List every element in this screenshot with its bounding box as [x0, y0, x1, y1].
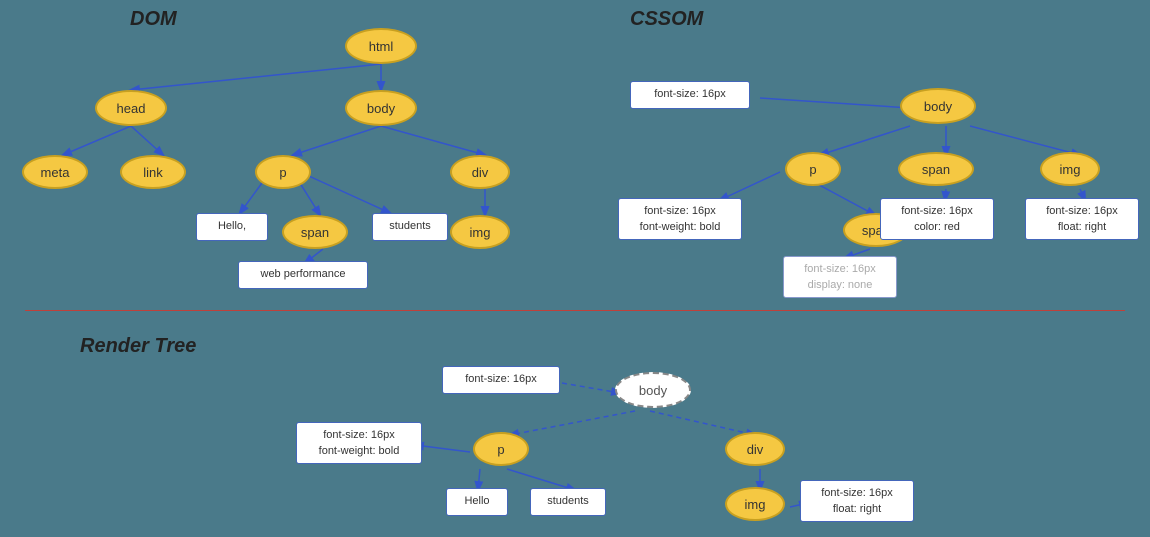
dom-html-node: html [345, 28, 417, 64]
render-students-box: students [530, 488, 606, 516]
dom-students-box: students [372, 213, 448, 241]
dom-img-node: img [450, 215, 510, 249]
cssom-span-styles-box: font-size: 16pxcolor: red [880, 198, 994, 240]
cssom-img-node: img [1040, 152, 1100, 186]
cssom-fontsize-box: font-size: 16px [630, 81, 750, 109]
dom-meta-node: meta [22, 155, 88, 189]
dom-hello-box: Hello, [196, 213, 268, 241]
render-fontsize-box: font-size: 16px [442, 366, 560, 394]
render-img-styles-box: font-size: 16pxfloat: right [800, 480, 914, 522]
render-body-node: body [615, 372, 691, 408]
dom-title: DOM [130, 8, 177, 31]
cssom-p-styles-box: font-size: 16pxfont-weight: bold [618, 198, 742, 240]
cssom-body-node: body [900, 88, 976, 124]
cssom-title: CSSOM [630, 8, 703, 31]
dom-head-node: head [95, 90, 167, 126]
render-div-node: div [725, 432, 785, 466]
cssom-img-styles-box: font-size: 16pxfloat: right [1025, 198, 1139, 240]
cssom-p-node: p [785, 152, 841, 186]
render-p-styles-box: font-size: 16pxfont-weight: bold [296, 422, 422, 464]
render-title: Render Tree [80, 335, 196, 358]
dom-p-node: p [255, 155, 311, 189]
render-hello-box: Hello [446, 488, 508, 516]
dom-body-node: body [345, 90, 417, 126]
connection-lines [0, 0, 1150, 537]
dom-div-node: div [450, 155, 510, 189]
dom-webperf-box: web performance [238, 261, 368, 289]
cssom-span2-styles-box: font-size: 16pxdisplay: none [783, 256, 897, 298]
dom-span-node: span [282, 215, 348, 249]
render-img-node: img [725, 487, 785, 521]
dom-link-node: link [120, 155, 186, 189]
render-p-node: p [473, 432, 529, 466]
cssom-span-node: span [898, 152, 974, 186]
diagram-container: DOM CSSOM Render Tree [0, 0, 1150, 537]
divider [25, 310, 1125, 311]
